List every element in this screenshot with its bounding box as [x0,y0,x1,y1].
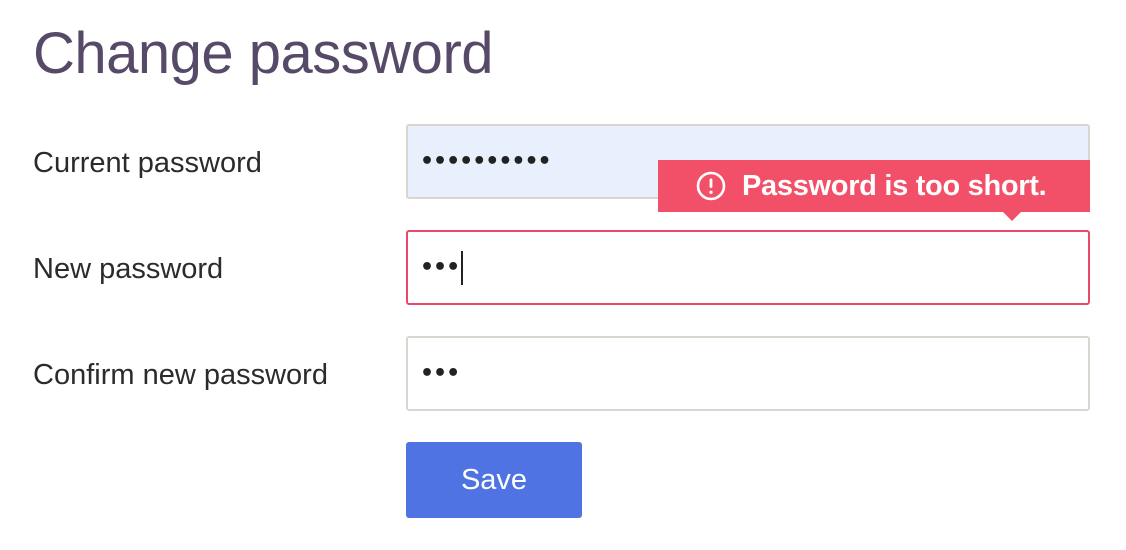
new-password-value-wrapper: ••• [420,232,464,303]
confirm-password-field[interactable]: ••• [406,336,1090,411]
confirm-password-value: ••• [420,361,460,386]
new-password-value: ••• [420,255,460,280]
change-password-page: Change password Current password •••••••… [0,0,1126,550]
text-cursor [461,250,464,285]
confirm-password-label: Confirm new password [33,359,328,391]
password-error-message: Password is too short. [742,169,1047,202]
page-title: Change password [33,21,494,86]
current-password-value: •••••••••• [420,149,552,174]
alert-circle-icon [696,171,726,201]
current-password-label: Current password [33,147,262,179]
new-password-label: New password [33,253,224,285]
password-error-tooltip: Password is too short. [658,160,1090,221]
save-button[interactable]: Save [406,442,582,518]
new-password-field[interactable]: ••• [406,230,1090,305]
